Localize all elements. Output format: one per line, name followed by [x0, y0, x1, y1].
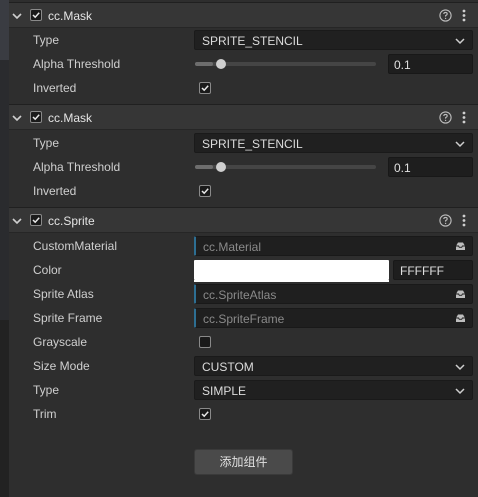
inverted-label: Inverted	[33, 184, 77, 198]
custom-material-value: cc.Material	[203, 240, 262, 254]
trim-checkbox[interactable]	[199, 408, 211, 420]
chevron-down-icon	[455, 388, 465, 395]
color-hex-input[interactable]: FFFFFF	[393, 260, 473, 280]
help-circle-icon[interactable]	[439, 214, 452, 227]
chevron-down-icon[interactable]	[12, 113, 22, 123]
check-icon	[32, 114, 40, 121]
inverted-checkbox[interactable]	[199, 185, 211, 197]
component-enabled-checkbox[interactable]	[30, 214, 42, 226]
component-title: cc.Mask	[48, 111, 93, 125]
color-hex-value: FFFFFF	[400, 264, 444, 278]
type-select[interactable]: SPRITE_STENCIL	[194, 30, 473, 50]
color-label: Color	[33, 263, 62, 277]
check-icon	[201, 188, 209, 195]
alpha-threshold-value: 0.1	[394, 161, 411, 175]
inspector-panel: cc.Mask Type SPRITE_STENCIL Alpha Thresh…	[9, 0, 478, 497]
chevron-down-icon	[455, 141, 465, 148]
component-header-sprite[interactable]: cc.Sprite	[9, 207, 478, 233]
check-icon	[201, 411, 209, 418]
sprite-frame-value: cc.SpriteFrame	[203, 312, 285, 326]
help-circle-icon[interactable]	[439, 111, 452, 124]
sprite-atlas-value: cc.SpriteAtlas	[203, 288, 277, 302]
sprite-atlas-field[interactable]: cc.SpriteAtlas	[194, 284, 473, 304]
size-mode-select[interactable]: CUSTOM	[194, 356, 473, 376]
alpha-threshold-slider[interactable]	[195, 59, 376, 69]
slider-handle[interactable]	[216, 162, 227, 172]
component-enabled-checkbox[interactable]	[30, 111, 42, 123]
more-vertical-icon[interactable]	[462, 111, 466, 124]
size-mode-value: CUSTOM	[202, 360, 254, 374]
alpha-threshold-input[interactable]: 0.1	[388, 157, 473, 177]
chevron-down-icon	[455, 364, 465, 371]
check-icon	[201, 85, 209, 92]
more-vertical-icon[interactable]	[462, 214, 466, 227]
custom-material-label: CustomMaterial	[33, 239, 118, 253]
inbox-icon[interactable]	[455, 241, 466, 251]
type-select[interactable]: SPRITE_STENCIL	[194, 133, 473, 153]
inverted-checkbox[interactable]	[199, 82, 211, 94]
grayscale-checkbox[interactable]	[199, 336, 211, 348]
more-vertical-icon[interactable]	[462, 9, 466, 22]
grayscale-label: Grayscale	[33, 335, 88, 349]
check-icon	[32, 12, 40, 19]
sprite-frame-field[interactable]: cc.SpriteFrame	[194, 308, 473, 328]
color-swatch[interactable]	[194, 260, 389, 282]
sprite-type-label: Type	[33, 383, 60, 397]
alpha-threshold-label: Alpha Threshold	[33, 160, 121, 174]
alpha-threshold-value: 0.1	[394, 58, 411, 72]
component-title: cc.Sprite	[48, 214, 95, 228]
alpha-threshold-slider-fill	[195, 165, 214, 169]
alpha-threshold-slider[interactable]	[195, 162, 376, 172]
chevron-down-icon[interactable]	[12, 11, 22, 21]
sprite-atlas-label: Sprite Atlas	[33, 287, 94, 301]
scene-preview-strip	[0, 60, 9, 320]
component-header-mask-2[interactable]: cc.Mask	[9, 104, 478, 130]
inbox-icon[interactable]	[455, 313, 466, 323]
type-label: Type	[33, 136, 60, 150]
trim-label: Trim	[33, 407, 57, 421]
sprite-frame-label: Sprite Frame	[33, 311, 103, 325]
component-enabled-checkbox[interactable]	[30, 9, 42, 21]
alpha-threshold-label: Alpha Threshold	[33, 57, 121, 71]
type-select-value: SPRITE_STENCIL	[202, 34, 303, 48]
add-component-button[interactable]: 添加组件	[194, 449, 293, 475]
slider-handle[interactable]	[216, 59, 227, 69]
type-select-value: SPRITE_STENCIL	[202, 137, 303, 151]
custom-material-field[interactable]: cc.Material	[194, 236, 473, 256]
color-alpha-bar	[194, 280, 389, 282]
chevron-down-icon[interactable]	[12, 216, 22, 226]
check-icon	[32, 217, 40, 224]
scene-preview-strip	[0, 0, 9, 60]
scene-preview-strip	[0, 320, 9, 497]
type-label: Type	[33, 33, 60, 47]
inverted-label: Inverted	[33, 81, 77, 95]
alpha-threshold-input[interactable]: 0.1	[388, 54, 473, 74]
component-header-mask-1[interactable]: cc.Mask	[9, 2, 478, 28]
sprite-type-value: SIMPLE	[202, 384, 247, 398]
chevron-down-icon	[455, 38, 465, 45]
size-mode-label: Size Mode	[33, 359, 90, 373]
sprite-type-select[interactable]: SIMPLE	[194, 380, 473, 400]
component-title: cc.Mask	[48, 9, 93, 23]
alpha-threshold-slider-fill	[195, 62, 214, 66]
left-panel-edge	[0, 0, 9, 497]
inbox-icon[interactable]	[455, 289, 466, 299]
help-circle-icon[interactable]	[439, 9, 452, 22]
